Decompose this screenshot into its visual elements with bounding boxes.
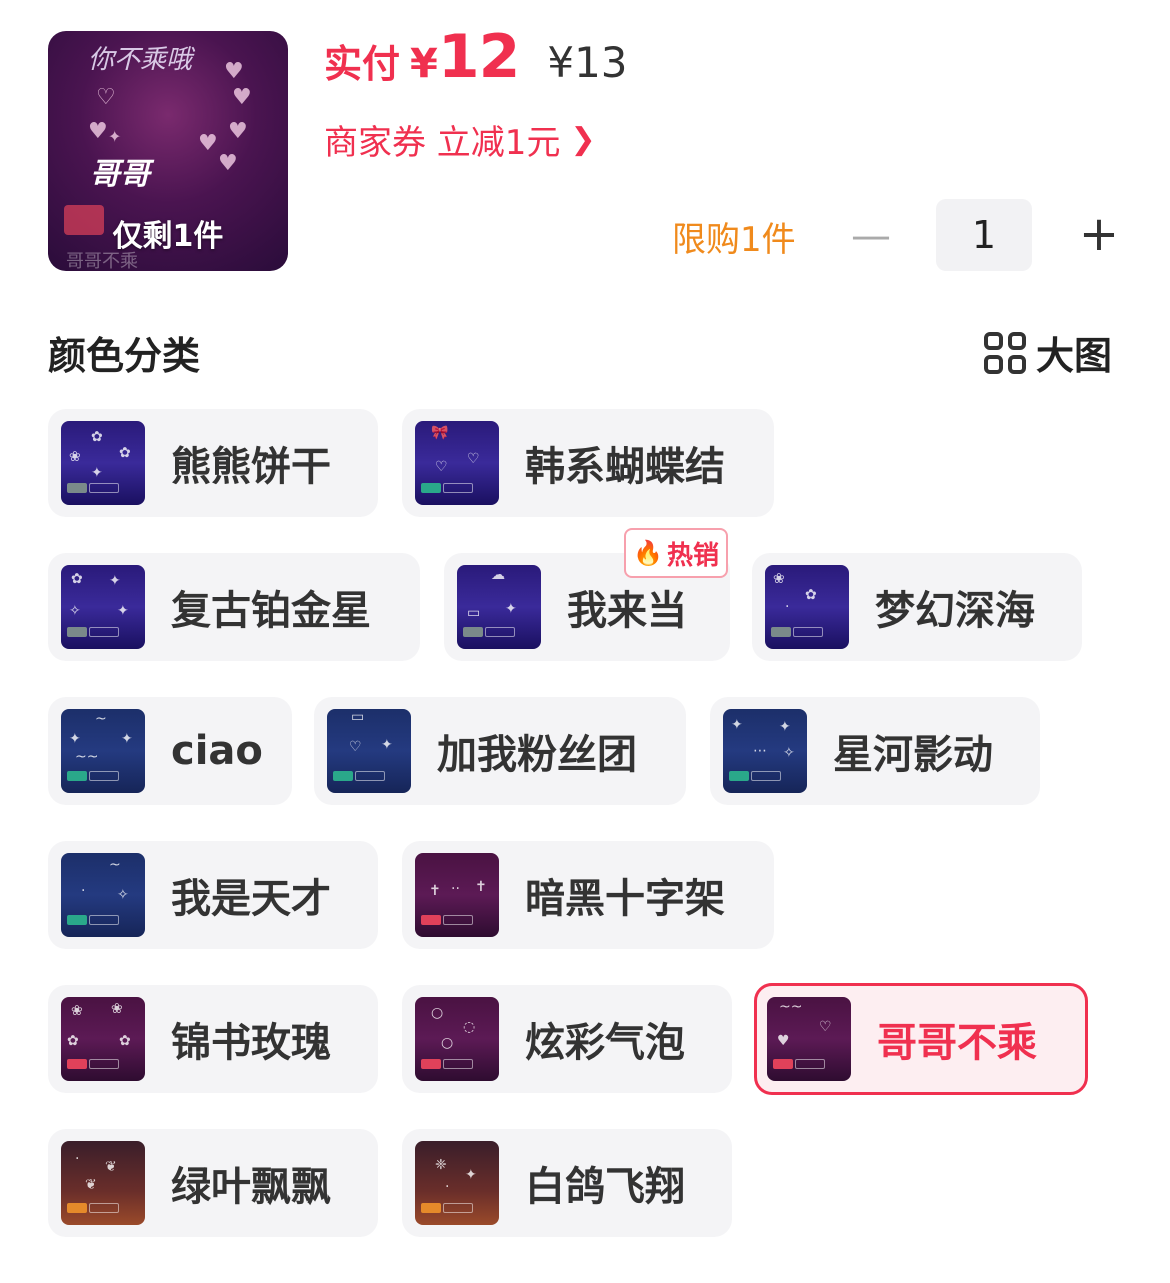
option-label: 韩系蝴蝶结 [525, 444, 725, 490]
option-thumbnail: ○ ◌ ○ [415, 997, 499, 1081]
chevron-right-icon: ❯ [570, 122, 596, 157]
thumbnail-center-text: 哥哥 [90, 157, 150, 192]
option-thumbnail: ~~ ♡ ♥ [767, 997, 851, 1081]
option-chip-selected[interactable]: ~~ ♡ ♥ 哥哥不乘 [754, 983, 1088, 1095]
thumbnail-faint-text: 哥哥不乘 [66, 251, 138, 271]
option-chip[interactable]: ❀ ✿ · 梦幻深海 [752, 553, 1082, 661]
quantity-increase-button[interactable]: + [1076, 206, 1122, 262]
option-label: 炫彩气泡 [525, 1020, 685, 1066]
option-label: 白鸽飞翔 [525, 1164, 685, 1210]
option-label: 我来当 [567, 588, 687, 634]
option-chip[interactable]: ✝ ·· ✝ 暗黑十字架 [402, 841, 774, 949]
option-thumbnail: ❀ ❀ ✿ ✿ [61, 997, 145, 1081]
hot-sale-badge: 🔥 热销 [624, 528, 728, 578]
option-chip[interactable]: ✿ ✦ ✦ ✧ 复古铂金星 [48, 553, 420, 661]
option-label: ciao [171, 728, 263, 774]
option-thumbnail: ~ ✦ ✦ ~~ [61, 709, 145, 793]
option-label: 星河影动 [833, 732, 993, 778]
section-title: 颜色分类 [48, 334, 201, 378]
option-thumbnail: ✝ ·· ✝ [415, 853, 499, 937]
option-thumbnail: ✿ ✦ ✦ ✧ [61, 565, 145, 649]
original-price: ¥13 [547, 38, 628, 87]
option-thumbnail: · ❦ ❦ [61, 1141, 145, 1225]
option-label: 复古铂金星 [171, 588, 371, 634]
price-line: 实付 ¥ 12 ¥13 [324, 22, 628, 92]
option-chip[interactable]: ~ ✦ ✦ ~~ ciao [48, 697, 292, 805]
option-chip[interactable]: ~ · ✧ 我是天才 [48, 841, 378, 949]
option-chip[interactable]: · ❦ ❦ 绿叶飘飘 [48, 1129, 378, 1237]
option-thumbnail: ❈ ✦ · [415, 1141, 499, 1225]
option-label: 哥哥不乘 [877, 1020, 1037, 1066]
option-chip[interactable]: ❀ ❀ ✿ ✿ 锦书玫瑰 [48, 985, 378, 1093]
option-thumbnail: ✦ ✦ ⋯ ✧ [723, 709, 807, 793]
option-thumbnail: ❀ ✿ · [765, 565, 849, 649]
currency-symbol: ¥ [410, 41, 438, 87]
option-thumbnail: 🎀 ♡ ♡ [415, 421, 499, 505]
option-label: 暗黑十字架 [525, 876, 725, 922]
option-label: 我是天才 [171, 876, 331, 922]
big-view-label: 大图 [1036, 334, 1113, 378]
price-label: 实付 [324, 42, 401, 86]
option-thumbnail: ☁ ▭ ✦ [457, 565, 541, 649]
hot-sale-label: 热销 [666, 540, 719, 571]
coupon-text: 商家券 立减1元 [324, 123, 561, 163]
option-chip[interactable]: ✦ ✦ ⋯ ✧ 星河影动 [710, 697, 1040, 805]
quantity-input[interactable]: 1 [936, 199, 1032, 271]
actual-price: 12 [437, 22, 520, 92]
option-thumbnail: ✿ ❀ ✿ ✦ [61, 421, 145, 505]
flame-icon: 🔥 [633, 539, 663, 567]
product-thumbnail[interactable]: 你不乘哦 ♥ ♥ ♥ ♥ ♡ ♥ ✦ ♥ 哥哥 仅剩1件 哥哥不乘 [48, 31, 288, 271]
option-chip[interactable]: ❈ ✦ · 白鸽飞翔 [402, 1129, 732, 1237]
option-thumbnail: ▭ ♡ ✦ [327, 709, 411, 793]
option-thumbnail: ~ · ✧ [61, 853, 145, 937]
coupon-link[interactable]: 商家券 立减1元 ❯ [324, 115, 596, 164]
purchase-limit: 限购1件 [672, 220, 796, 260]
quantity-decrease-button[interactable]: — [850, 208, 892, 264]
option-label: 梦幻深海 [875, 588, 1035, 634]
option-label: 锦书玫瑰 [171, 1020, 331, 1066]
grid-icon [984, 331, 1026, 374]
option-label: 熊熊饼干 [171, 444, 331, 490]
option-chip[interactable]: 🎀 ♡ ♡ 韩系蝴蝶结 [402, 409, 774, 517]
big-view-button[interactable]: 大图 [984, 325, 1112, 380]
option-label: 绿叶飘飘 [171, 1164, 331, 1210]
option-chip[interactable]: ▭ ♡ ✦ 加我粉丝团 [314, 697, 686, 805]
option-chip[interactable]: ✿ ❀ ✿ ✦ 熊熊饼干 [48, 409, 378, 517]
option-label: 加我粉丝团 [437, 732, 637, 778]
option-chip[interactable]: ○ ◌ ○ 炫彩气泡 [402, 985, 732, 1093]
